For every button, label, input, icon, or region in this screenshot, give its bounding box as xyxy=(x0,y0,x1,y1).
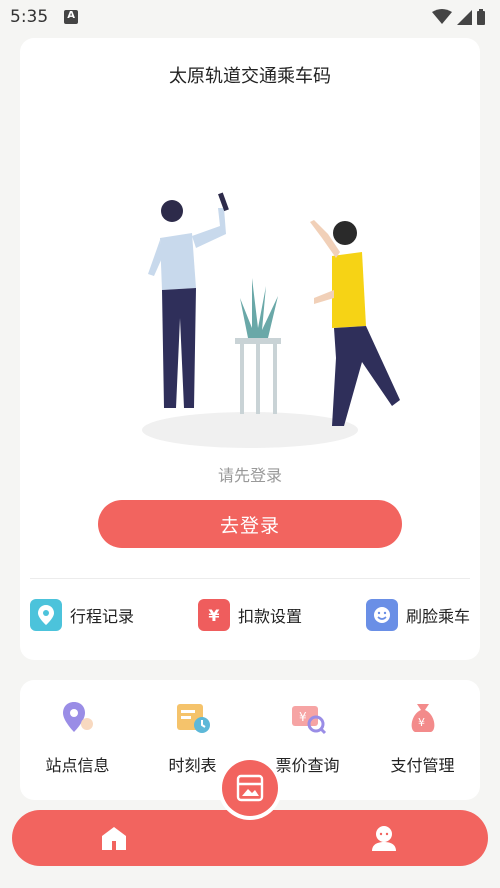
wifi-icon xyxy=(432,9,452,24)
signal-icon xyxy=(457,10,472,25)
timetable-label: 时刻表 xyxy=(168,756,217,775)
face-ride-button[interactable]: 刷脸乘车 xyxy=(365,599,470,631)
location-pin-icon xyxy=(30,599,62,631)
station-pin-icon xyxy=(62,702,93,732)
status-bar: 5:35 xyxy=(0,0,500,34)
station-info-button[interactable]: 站点信息 xyxy=(23,698,133,776)
payment-management-label: 支付管理 xyxy=(390,756,455,775)
yuan-icon: ¥ xyxy=(197,599,230,631)
divider xyxy=(30,578,470,579)
notification-icon xyxy=(64,10,79,24)
ride-code-card: 太原轨道交通乘车码 请先登录 去登录 行程记录 ¥ 扣款设置 刷脸乘车 xyxy=(20,38,480,660)
status-time: 5:35 xyxy=(10,7,49,27)
qrcode-center-icon xyxy=(236,774,264,802)
svg-text:¥: ¥ xyxy=(299,710,307,724)
ride-code-tab-button[interactable] xyxy=(222,760,278,816)
login-button[interactable]: 去登录 xyxy=(98,500,402,548)
card-title: 太原轨道交通乘车码 xyxy=(169,66,331,87)
quick-actions: 行程记录 ¥ 扣款设置 刷脸乘车 xyxy=(30,598,470,632)
svg-text:¥: ¥ xyxy=(418,716,425,729)
smile-face-icon xyxy=(365,599,398,631)
payment-management-button[interactable]: ¥ 支付管理 xyxy=(368,698,478,776)
login-illustration xyxy=(142,192,400,448)
face-ride-label: 刷脸乘车 xyxy=(405,607,470,626)
deduction-settings-button[interactable]: ¥ 扣款设置 xyxy=(197,599,302,631)
money-bag-icon: ¥ xyxy=(411,704,434,732)
fare-query-label: 票价查询 xyxy=(275,756,340,775)
trip-record-label: 行程记录 xyxy=(70,607,135,626)
station-info-label: 站点信息 xyxy=(45,756,110,775)
timetable-icon xyxy=(176,704,210,733)
trip-record-button[interactable]: 行程记录 xyxy=(30,599,134,631)
login-hint: 请先登录 xyxy=(217,466,282,485)
profile-icon[interactable] xyxy=(370,824,398,852)
deduction-settings-label: 扣款设置 xyxy=(237,607,302,626)
battery-icon xyxy=(477,9,485,25)
fare-search-icon: ¥ xyxy=(291,706,326,735)
home-icon[interactable] xyxy=(100,824,128,852)
